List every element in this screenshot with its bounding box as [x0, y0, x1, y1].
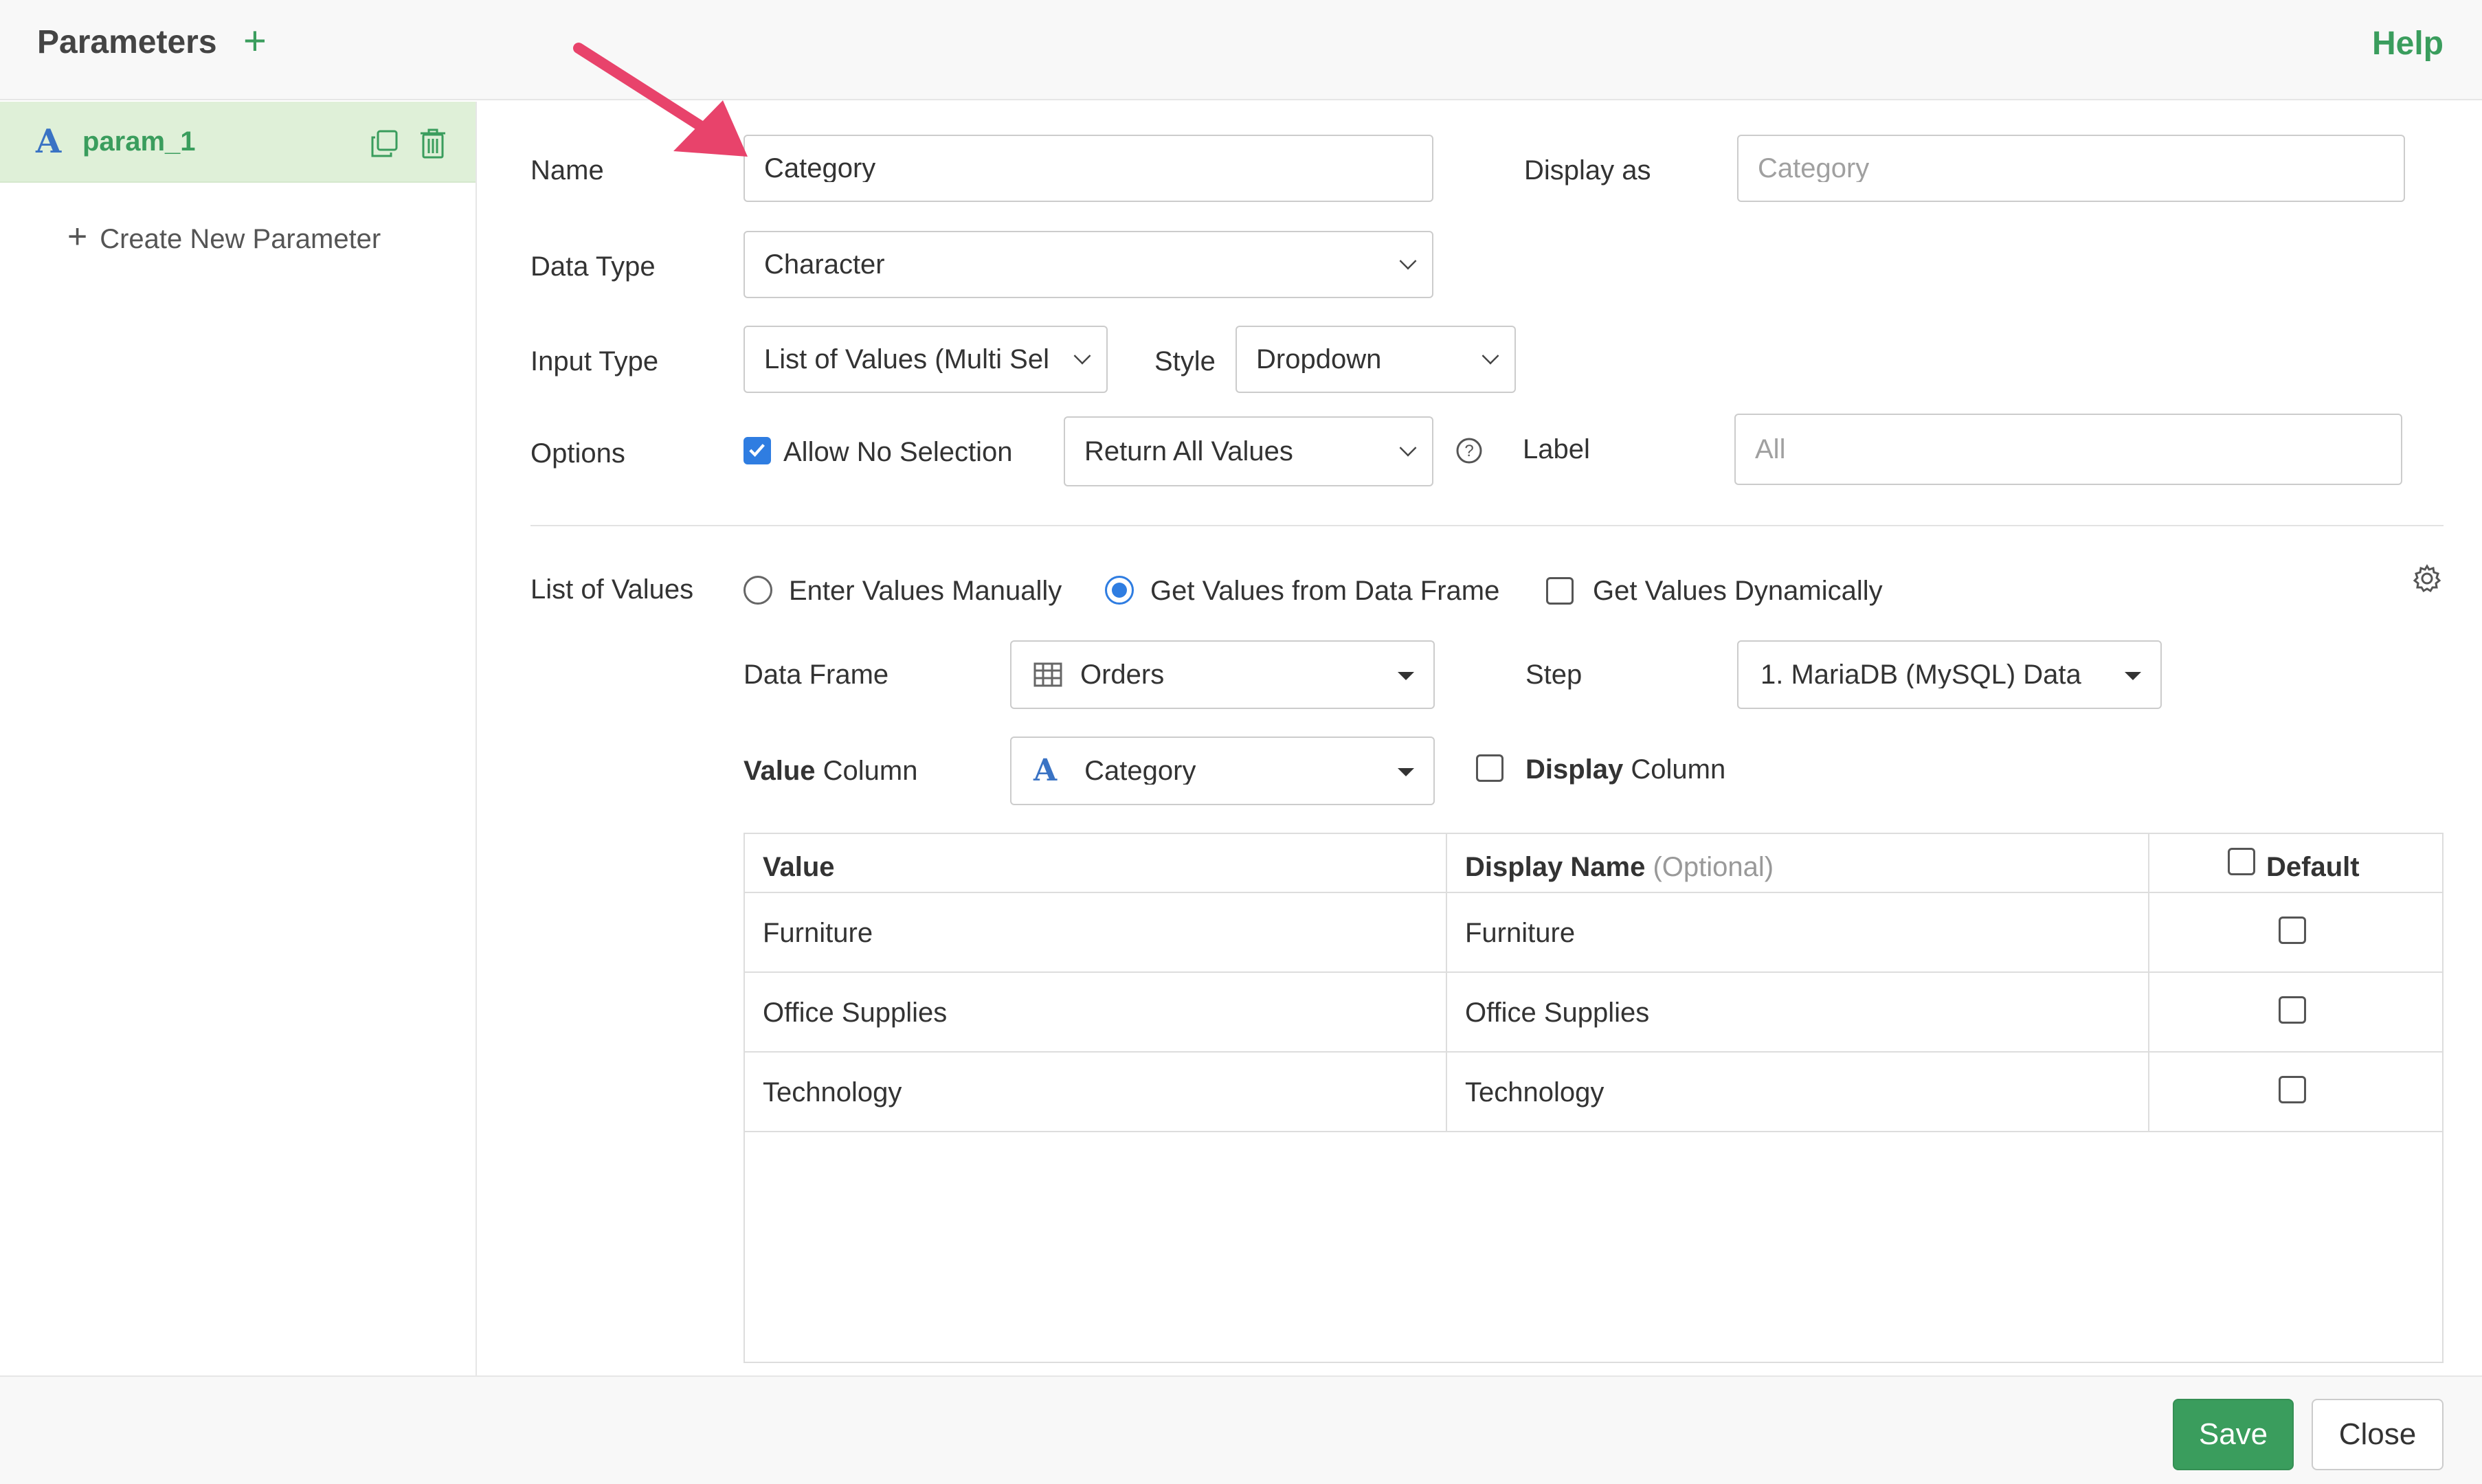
checkmark-icon: [749, 444, 765, 458]
label-input[interactable]: All: [1734, 414, 2402, 485]
caret-down-icon: [1398, 768, 1414, 776]
chevron-down-icon: [1399, 252, 1417, 270]
column-header-display-name: Display Name (Optional): [1465, 852, 1774, 882]
label-label: Label: [1523, 434, 1590, 464]
caret-down-icon: [1398, 672, 1414, 680]
close-button[interactable]: Close: [2312, 1399, 2444, 1470]
table-row: Office Supplies Office Supplies: [745, 973, 2442, 1051]
row-default-checkbox[interactable]: [2279, 917, 2306, 944]
display-as-label: Display as: [1524, 155, 1651, 186]
table-row: Technology Technology: [745, 1053, 2442, 1131]
chevron-down-icon: [1073, 347, 1091, 365]
dialog-header: [0, 0, 2482, 100]
caret-down-icon: [2125, 672, 2141, 680]
data-type-select[interactable]: Character: [744, 231, 1433, 298]
display-column-checkbox[interactable]: [1476, 754, 1503, 782]
list-of-values-label: List of Values: [530, 574, 694, 605]
cell-value: Office Supplies: [763, 998, 948, 1028]
create-new-label: Create New Parameter: [100, 224, 381, 254]
allow-no-selection-checkbox[interactable]: [744, 437, 771, 464]
trash-icon[interactable]: [419, 128, 447, 159]
save-button[interactable]: Save: [2173, 1399, 2294, 1470]
data-frame-label: Data Frame: [744, 660, 889, 690]
cell-display-name: Office Supplies: [1465, 998, 1650, 1028]
radio-label-get-values-from-data-frame[interactable]: Get Values from Data Frame: [1150, 572, 1499, 610]
table-column-divider: [1446, 834, 1447, 1132]
type-character-icon: A: [1033, 753, 1058, 788]
input-type-select[interactable]: List of Values (Multi Sel: [744, 326, 1108, 393]
table-row-divider: [745, 1131, 2442, 1132]
svg-text:?: ?: [1464, 442, 1473, 460]
dialog-footer: [0, 1375, 2482, 1484]
radio-get-values-from-data-frame[interactable]: [1105, 576, 1134, 605]
chevron-down-icon: [1482, 347, 1499, 365]
cell-value: Furniture: [763, 918, 873, 948]
dialog-title: Parameters: [37, 24, 217, 60]
cell-display-name: Furniture: [1465, 918, 1576, 948]
copy-icon[interactable]: [370, 129, 399, 158]
parameter-sidebar: [0, 102, 477, 1375]
radio-label-enter-values-manually[interactable]: Enter Values Manually: [789, 572, 1062, 610]
values-table: Value Display Name (Optional) Default Fu…: [744, 833, 2444, 1363]
get-values-dynamically-checkbox[interactable]: [1546, 577, 1574, 605]
default-all-checkbox[interactable]: [2228, 848, 2255, 875]
style-label: Style: [1154, 346, 1216, 376]
input-type-label: Input Type: [530, 346, 659, 376]
data-frame-select[interactable]: Orders: [1010, 640, 1435, 709]
sidebar-item-param-1[interactable]: A param_1: [0, 102, 476, 183]
style-select[interactable]: Dropdown: [1236, 326, 1516, 393]
type-character-icon: A: [36, 122, 62, 161]
step-label: Step: [1525, 660, 1583, 690]
display-column-label[interactable]: Display Column: [1525, 750, 1725, 789]
return-values-select[interactable]: Return All Values: [1064, 416, 1433, 486]
data-type-label: Data Type: [530, 251, 656, 282]
help-link[interactable]: Help: [2372, 23, 2444, 65]
section-divider: [530, 525, 2444, 526]
cell-value: Technology: [763, 1077, 902, 1108]
help-circle-icon[interactable]: ?: [1455, 437, 1483, 464]
create-new-parameter-link[interactable]: + Create New Parameter: [67, 217, 381, 258]
table-row: Furniture Furniture: [745, 893, 2442, 971]
plus-icon[interactable]: +: [243, 21, 267, 62]
value-column-label: Value Column: [744, 756, 918, 786]
get-values-dynamically-label[interactable]: Get Values Dynamically: [1593, 572, 1883, 610]
gear-icon[interactable]: [2412, 563, 2442, 594]
chevron-down-icon: [1399, 439, 1417, 457]
row-default-checkbox[interactable]: [2279, 1076, 2306, 1103]
plus-icon: +: [67, 217, 88, 256]
table-column-divider: [2148, 834, 2149, 1132]
allow-no-selection-label[interactable]: Allow No Selection: [783, 433, 1013, 471]
row-default-checkbox[interactable]: [2279, 996, 2306, 1024]
grid-table-icon: [1033, 662, 1062, 687]
annotation-arrow: [573, 43, 748, 157]
value-column-select[interactable]: A Category: [1010, 737, 1435, 805]
sidebar-item-label: param_1: [82, 126, 196, 157]
options-label: Options: [530, 438, 625, 469]
display-as-input[interactable]: Category: [1737, 135, 2405, 202]
column-header-value: Value: [763, 852, 835, 882]
cell-display-name: Technology: [1465, 1077, 1605, 1108]
radio-enter-values-manually[interactable]: [744, 576, 772, 605]
column-header-default: Default: [2266, 852, 2360, 882]
name-input[interactable]: Category: [744, 135, 1433, 202]
step-select[interactable]: 1. MariaDB (MySQL) Data: [1737, 640, 2162, 709]
